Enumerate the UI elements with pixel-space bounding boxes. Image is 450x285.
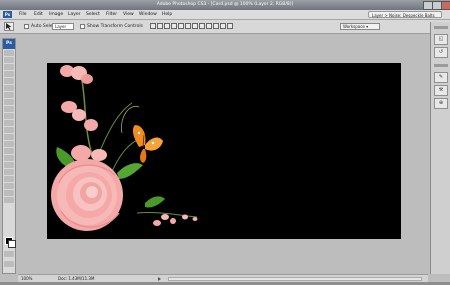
auto-select-checkbox[interactable] (24, 24, 29, 29)
distribute-right-button[interactable] (227, 23, 233, 29)
align-vcenter-button[interactable] (157, 23, 163, 29)
menu-window[interactable]: Window (139, 10, 157, 19)
zoom-tool[interactable] (4, 197, 14, 203)
workspace-dropdown[interactable]: Workspace ▾ (340, 23, 380, 30)
clone-stamp-tool[interactable] (4, 106, 14, 112)
title-bar: Adobe Photoshop CS3 - [Card.psd @ 100% (… (0, 0, 450, 10)
menu-filter[interactable]: Filter (106, 10, 117, 19)
status-menu-arrow-icon[interactable] (158, 277, 161, 281)
background-color-swatch[interactable] (8, 240, 16, 248)
menu-view[interactable]: View (123, 10, 134, 19)
type-tool[interactable] (4, 155, 14, 161)
auto-select-dropdown[interactable]: Layer (52, 23, 74, 30)
show-transform-label: Show Transform Controls (87, 24, 143, 29)
brush-tool[interactable] (4, 99, 14, 105)
menu-file[interactable]: File (19, 10, 27, 19)
menu-edit[interactable]: Edit (34, 10, 43, 19)
tool-presets-panel-button[interactable]: ⚒ (434, 85, 448, 96)
lasso-tool[interactable] (4, 64, 14, 70)
move-tool-preset[interactable] (4, 22, 14, 31)
pen-tool[interactable] (4, 148, 14, 154)
slice-tool[interactable] (4, 85, 14, 91)
document-canvas[interactable] (47, 63, 401, 239)
distribute-left-button[interactable] (213, 23, 219, 29)
distribute-vcenter-button[interactable] (199, 23, 205, 29)
clone-source-panel-button[interactable]: ⊕ (434, 98, 448, 109)
menu-bar: Ps File Edit Image Layer Select Filter V… (0, 10, 450, 20)
panel-dock: ◱ ↺ ✎ ⚒ ⊕ (430, 22, 450, 274)
align-bottom-button[interactable] (164, 23, 170, 29)
toolbox: Ps (2, 38, 16, 274)
align-right-button[interactable] (185, 23, 191, 29)
dock-handle[interactable] (434, 64, 448, 67)
crop-tool[interactable] (4, 78, 14, 84)
brushes-panel-button[interactable]: ✎ (434, 72, 448, 83)
show-transform-checkbox[interactable] (80, 24, 85, 29)
distribute-top-button[interactable] (192, 23, 198, 29)
menu-image[interactable]: Image (49, 10, 63, 19)
horizontal-scrollbar[interactable] (168, 277, 422, 281)
history-brush-tool[interactable] (4, 113, 14, 119)
dodge-tool[interactable] (4, 141, 14, 147)
workspace-path-field[interactable]: Layer > Noise: Despeckle Balts (368, 11, 442, 18)
marquee-tool[interactable] (4, 57, 14, 63)
eraser-tool[interactable] (4, 120, 14, 126)
eyedropper-tool[interactable] (4, 183, 14, 189)
document-window (18, 34, 424, 274)
quick-mask-button[interactable] (4, 251, 14, 257)
options-bar: Auto Select: Layer Show Transform Contro… (0, 20, 450, 34)
toolbox-logo: Ps (3, 39, 15, 49)
align-top-button[interactable] (150, 23, 156, 29)
align-buttons (150, 23, 234, 30)
blur-tool[interactable] (4, 134, 14, 140)
dock-handle[interactable] (434, 26, 448, 29)
notes-tool[interactable] (4, 176, 14, 182)
align-left-button[interactable] (171, 23, 177, 29)
path-selection-tool[interactable] (4, 162, 14, 168)
shape-tool[interactable] (4, 169, 14, 175)
align-hcenter-button[interactable] (178, 23, 184, 29)
move-tool[interactable] (4, 50, 14, 56)
menu-select[interactable]: Select (86, 10, 100, 19)
history-panel-button[interactable]: ↺ (434, 47, 448, 58)
navigator-panel-button[interactable]: ◱ (434, 34, 448, 45)
menu-help[interactable]: Help (162, 10, 172, 19)
move-icon (6, 23, 12, 30)
menu-layer[interactable]: Layer (68, 10, 81, 19)
rose-butterfly-artwork (51, 65, 198, 231)
photoshop-logo: Ps (3, 11, 12, 18)
close-button[interactable] (441, 1, 450, 10)
window-title: Adobe Photoshop CS3 - [Card.psd @ 100% (… (156, 2, 294, 7)
butterfly-icon (132, 125, 163, 163)
healing-brush-tool[interactable] (4, 92, 14, 98)
screen-mode-button[interactable] (4, 261, 14, 267)
distribute-bottom-button[interactable] (206, 23, 212, 29)
hand-tool[interactable] (4, 190, 14, 196)
gradient-tool[interactable] (4, 127, 14, 133)
distribute-hcenter-button[interactable] (220, 23, 226, 29)
quick-selection-tool[interactable] (4, 71, 14, 77)
